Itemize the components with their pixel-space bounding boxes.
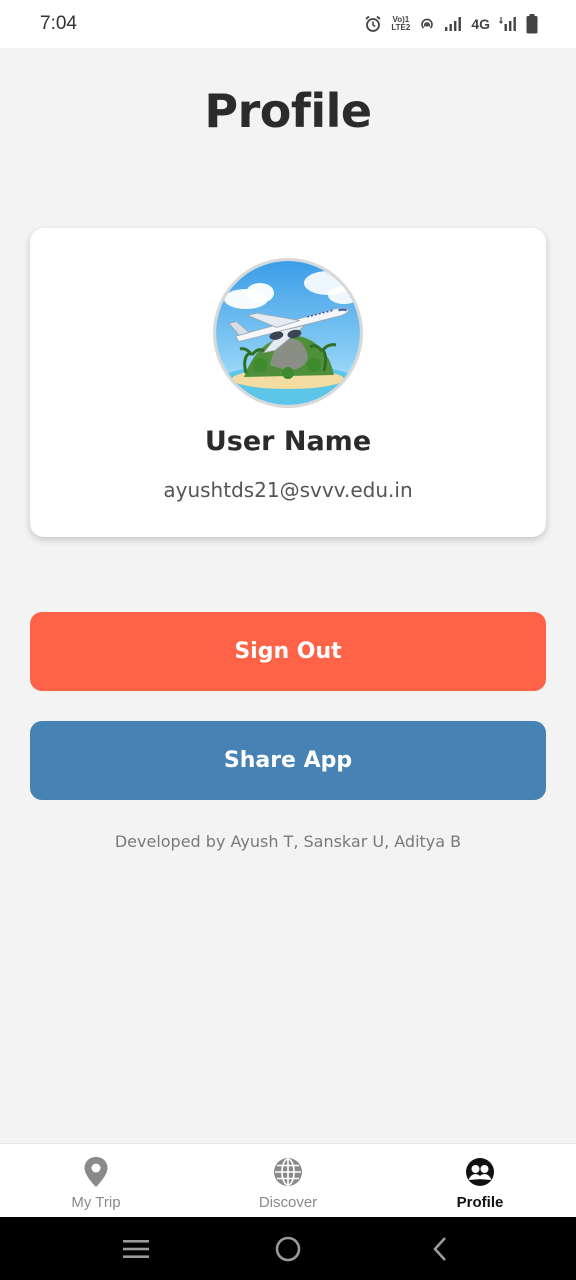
battery-icon (526, 14, 538, 34)
network-type: 4G (471, 16, 490, 32)
profile-card: User Name ayushtds21@svvv.edu.in (30, 228, 546, 537)
page-title: Profile (204, 84, 372, 138)
user-name: User Name (204, 426, 372, 457)
hotspot-icon (419, 16, 435, 32)
tab-label: Profile (456, 1194, 504, 1211)
home-icon[interactable] (258, 1224, 318, 1274)
tab-my-trip[interactable]: My Trip (0, 1144, 192, 1217)
developer-credits: Developed by Ayush T, Sanskar U, Aditya … (114, 832, 462, 851)
bottom-tab-bar: My Trip Discover Profile (0, 1143, 576, 1217)
airplane-island-avatar (216, 261, 360, 405)
alarm-icon (364, 15, 382, 33)
status-icons: Vo)1 LTE2 4G (364, 14, 538, 34)
tab-label: Discover (258, 1194, 318, 1211)
status-time: 7:04 (40, 13, 77, 34)
signal-icon (444, 16, 462, 32)
back-icon[interactable] (410, 1224, 470, 1274)
tab-profile[interactable]: Profile (384, 1144, 576, 1217)
tab-discover[interactable]: Discover (192, 1144, 384, 1217)
people-icon (464, 1156, 496, 1188)
volte-icon: Vo)1 LTE2 (391, 15, 411, 32)
user-email: ayushtds21@svvv.edu.in (163, 478, 413, 502)
share-app-button[interactable]: Share App (30, 721, 546, 800)
status-bar: 7:04 Vo)1 LTE2 4G (0, 0, 576, 48)
globe-icon (272, 1156, 304, 1188)
tab-label: My Trip (71, 1194, 121, 1211)
system-nav-bar (0, 1217, 576, 1280)
sign-out-button[interactable]: Sign Out (30, 612, 546, 691)
signal-4g-icon (499, 16, 517, 32)
location-pin-icon (82, 1156, 110, 1188)
avatar (213, 258, 363, 408)
menu-icon[interactable] (106, 1224, 166, 1274)
